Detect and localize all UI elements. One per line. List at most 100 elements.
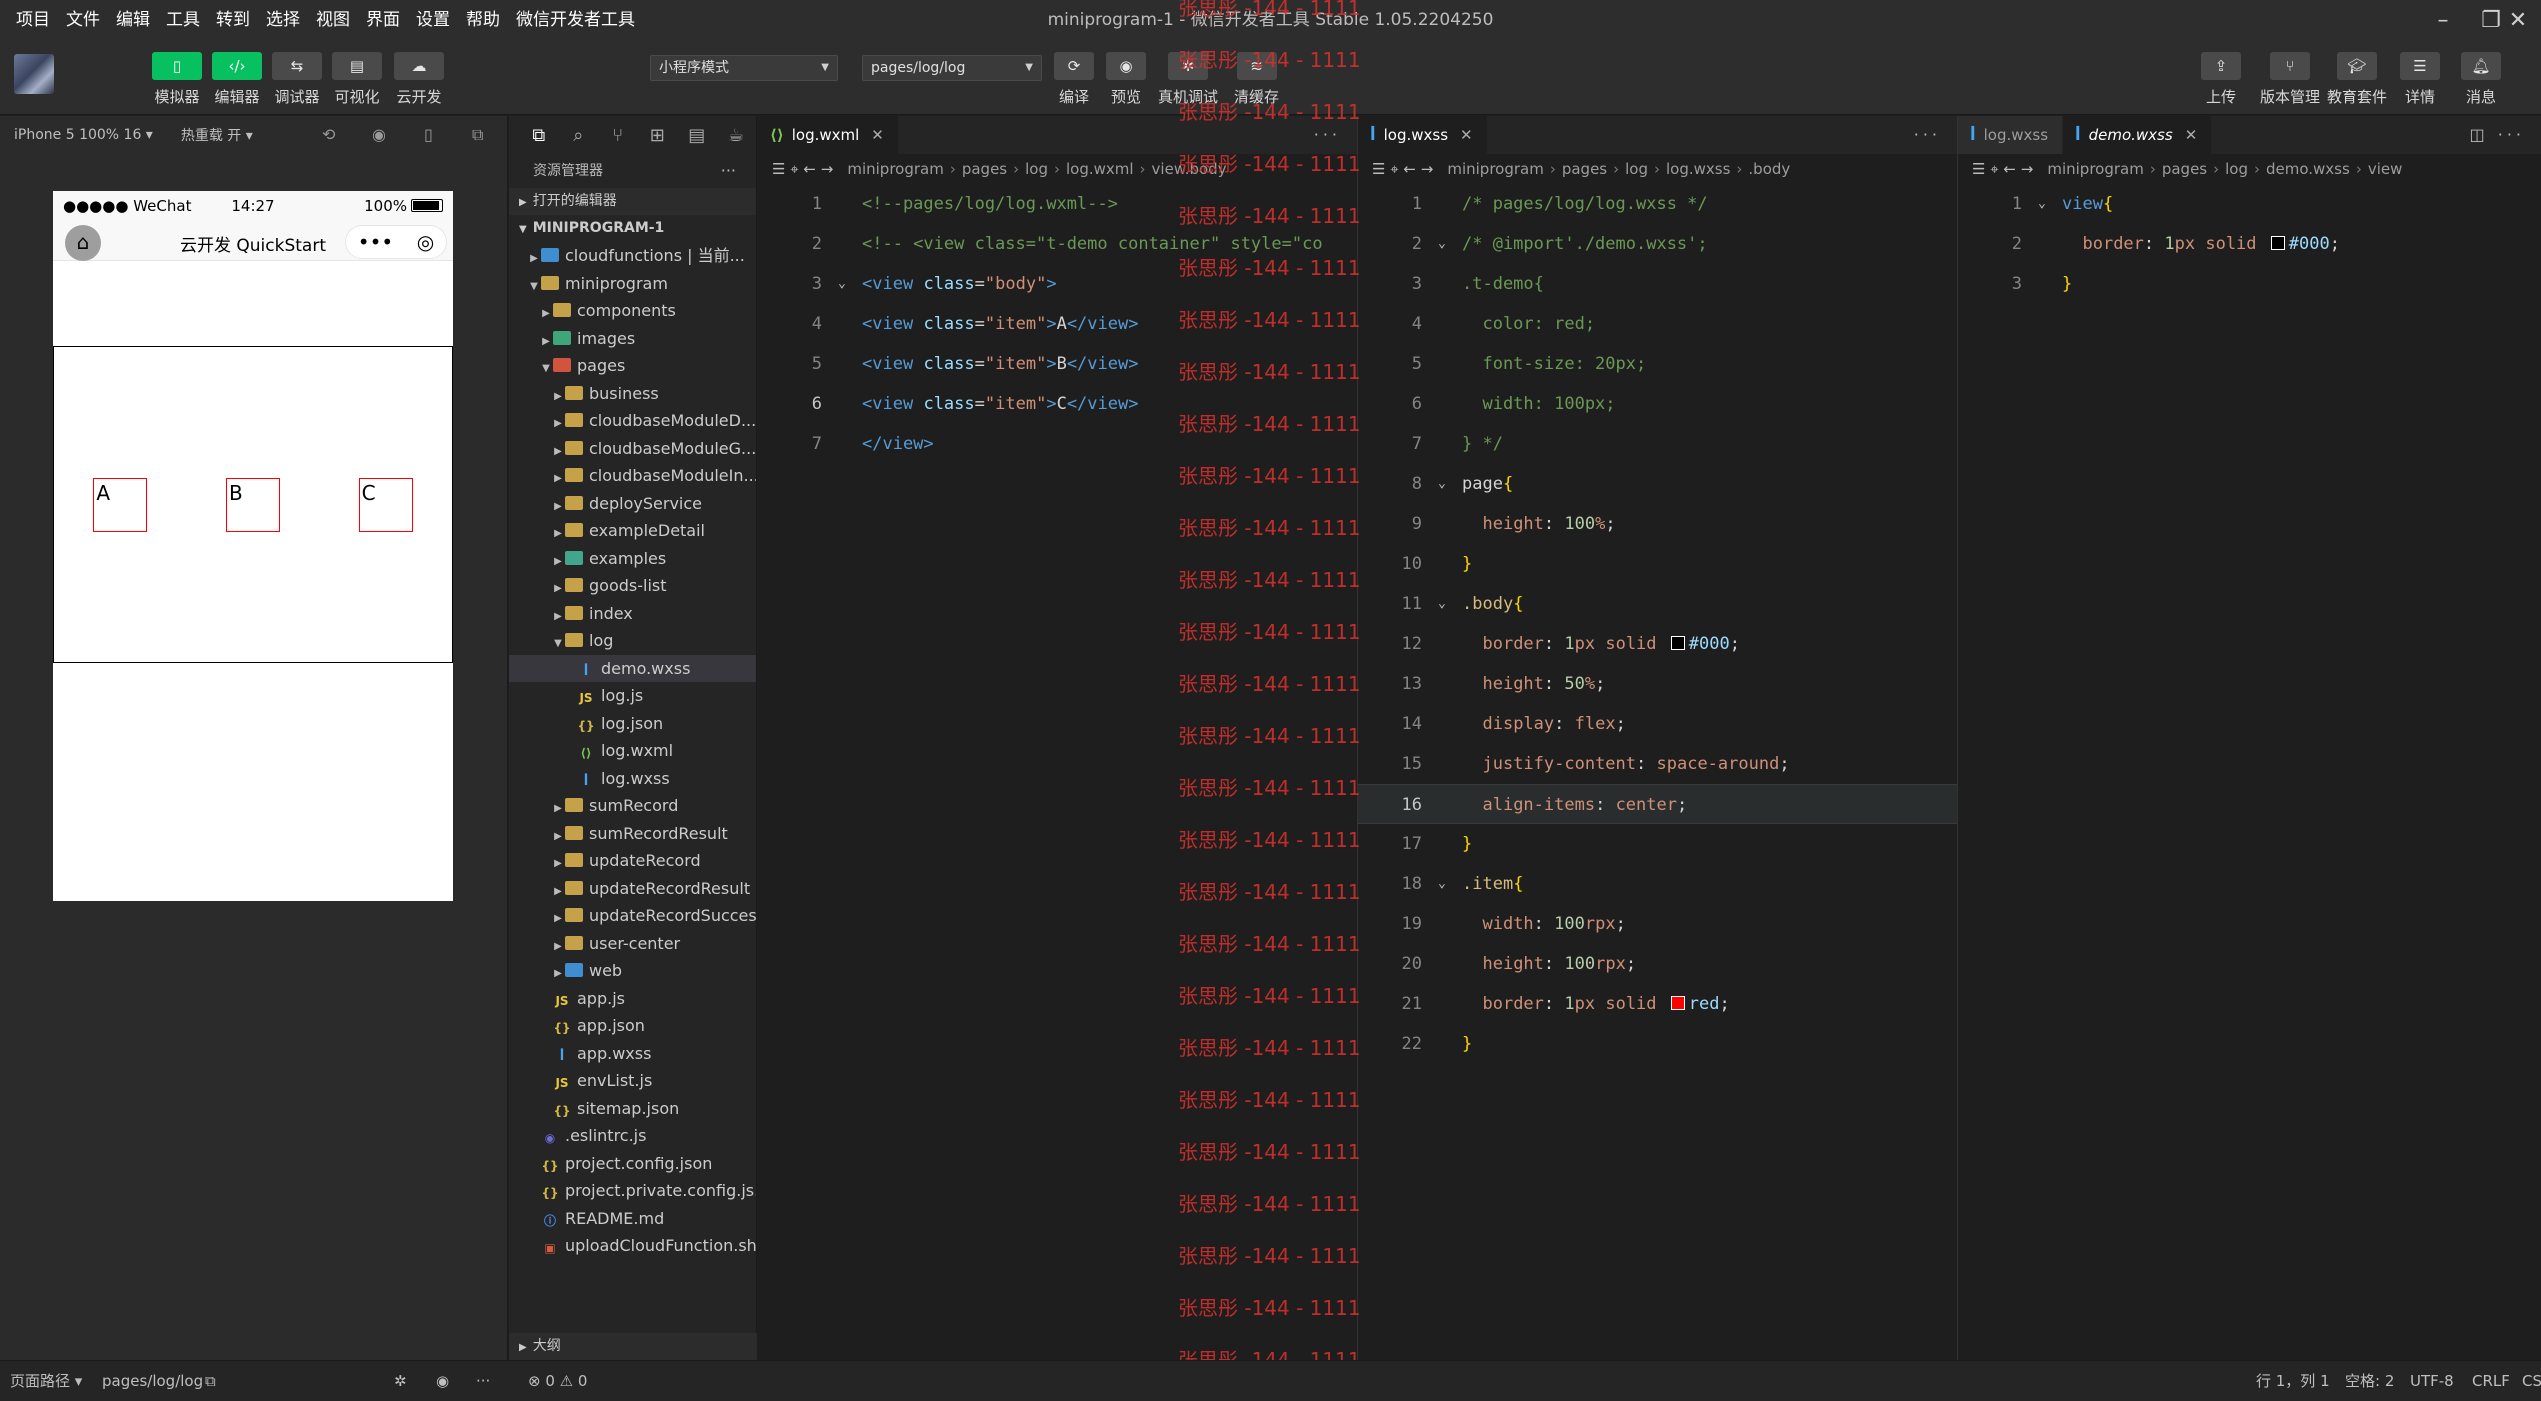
bug-icon[interactable]: ✲: [394, 1361, 407, 1401]
tab-demo-wxss[interactable]: ꟾ demo.wxss ✕: [2063, 116, 2213, 154]
close-icon[interactable]: ✕: [1460, 126, 1473, 144]
files-icon[interactable]: ⧉: [519, 125, 559, 146]
tree-item[interactable]: ▶ cloudbaseModuleIn...: [509, 462, 756, 490]
code-area[interactable]: 1 <!--pages/log/log.wxml--> 2 <!-- <view cl…: [758, 184, 1357, 464]
project-section[interactable]: ▼ MINIPROGRAM-1: [509, 215, 756, 242]
line-ending[interactable]: CRLF: [2472, 1361, 2510, 1401]
tree-item[interactable]: ▶ sumRecordResult: [509, 820, 756, 848]
breadcrumb-nav-icons[interactable]: ☰ ⌖ ← →: [1372, 160, 1433, 178]
tree-item[interactable]: ꟾ app.wxss: [509, 1040, 756, 1068]
more-icon[interactable]: ···: [476, 1361, 490, 1401]
tree-item[interactable]: {} project.private.config.js...: [509, 1177, 756, 1205]
tree-item[interactable]: ⟨⟩ log.wxml: [509, 737, 756, 765]
menu-item[interactable]: 设置: [408, 0, 458, 40]
more-icon[interactable]: ···: [1914, 116, 1941, 154]
color-swatch[interactable]: [1670, 996, 1685, 1010]
breadcrumb-item[interactable]: log.wxml: [1066, 160, 1134, 178]
tab-log-wxml[interactable]: ⟨⟩ log.wxml ✕: [758, 116, 899, 154]
record-icon[interactable]: ◉: [372, 125, 386, 144]
breadcrumb-item[interactable]: demo.wxss: [2266, 160, 2350, 178]
tree-item[interactable]: ▶ exampleDetail: [509, 517, 756, 545]
problems-indicator[interactable]: ⊗ 0 ⚠ 0: [528, 1361, 587, 1401]
tree-item[interactable]: ▶ cloudbaseModuleD...: [509, 407, 756, 435]
fold-chevron-icon[interactable]: ⌄: [1438, 224, 1446, 264]
code-area[interactable]: 1 /* pages/log/log.wxss */ 2 ⌄ /* @import'./…: [1358, 184, 1957, 1064]
source-control-icon[interactable]: ⑂: [598, 125, 638, 146]
cloud-button[interactable]: ☁ 云开发: [394, 52, 444, 107]
tree-item[interactable]: ▼ pages: [509, 352, 756, 380]
close-icon[interactable]: ✕: [871, 126, 884, 144]
breadcrumb-nav-icons[interactable]: ☰ ⌖ ← →: [1972, 160, 2033, 178]
indent-spaces[interactable]: 空格: 2: [2345, 1361, 2394, 1401]
tree-item[interactable]: ◉ .eslintrc.js: [509, 1122, 756, 1150]
upload-button[interactable]: ⇪ 上传: [2201, 52, 2241, 107]
page-select[interactable]: pages/log/log ▼: [862, 55, 1042, 81]
breadcrumb-item[interactable]: view: [2368, 160, 2403, 178]
minimize-icon[interactable]: –: [2420, 0, 2466, 40]
editor-button[interactable]: ‹/› 编辑器: [212, 52, 262, 107]
tree-item[interactable]: ▶ images: [509, 325, 756, 353]
more-icon[interactable]: ···: [1314, 116, 1341, 154]
more-icon[interactable]: ···: [721, 154, 736, 188]
menu-item[interactable]: 选择: [258, 0, 308, 40]
tree-item[interactable]: ▶ index: [509, 600, 756, 628]
tree-item[interactable]: ꟾ log.wxss: [509, 765, 756, 793]
breadcrumb-item[interactable]: miniprogram: [2047, 160, 2143, 178]
tree-item[interactable]: {} app.json: [509, 1012, 756, 1040]
menu-item[interactable]: 微信开发者工具: [508, 0, 643, 40]
messages-button[interactable]: 🔔︎ 消息: [2461, 52, 2501, 107]
tree-item[interactable]: ▼ miniprogram: [509, 270, 756, 298]
breadcrumb-item[interactable]: view.body: [1152, 160, 1227, 178]
tea-icon[interactable]: ☕︎: [717, 125, 757, 146]
avatar[interactable]: [14, 54, 54, 94]
fold-chevron-icon[interactable]: ⌄: [838, 264, 846, 304]
details-button[interactable]: ☰ 详情: [2400, 52, 2440, 107]
tree-item[interactable]: JS app.js: [509, 985, 756, 1013]
more-dots-icon[interactable]: •••: [358, 230, 393, 254]
compile-button[interactable]: ⟳ 编译: [1054, 52, 1094, 107]
tree-item[interactable]: ▶ updateRecordResult: [509, 875, 756, 903]
breadcrumb-item[interactable]: log: [1025, 160, 1048, 178]
tree-item[interactable]: ▶ user-center: [509, 930, 756, 958]
tree-item[interactable]: ▶ business: [509, 380, 756, 408]
tree-item[interactable]: JS log.js: [509, 682, 756, 710]
tree-item[interactable]: ▼ log: [509, 627, 756, 655]
breadcrumb-item[interactable]: pages: [1562, 160, 1607, 178]
language-mode[interactable]: CS: [2522, 1361, 2541, 1401]
breadcrumb-item[interactable]: pages: [2162, 160, 2207, 178]
tree-item[interactable]: {} project.config.json: [509, 1150, 756, 1178]
search-icon[interactable]: ⌕: [559, 125, 599, 146]
page-path-label[interactable]: 页面路径 ▾: [10, 1361, 82, 1401]
tree-item[interactable]: {} log.json: [509, 710, 756, 738]
tree-item[interactable]: ꟾ demo.wxss: [509, 654, 756, 682]
tree-item[interactable]: ▶ cloudfunctions | 当前...: [509, 242, 756, 270]
close-window-icon[interactable]: ✕: [2495, 0, 2541, 40]
tree-item[interactable]: ▶ cloudbaseModuleG...: [509, 435, 756, 463]
breadcrumb-item[interactable]: log: [2225, 160, 2248, 178]
phone-icon[interactable]: ▯: [424, 125, 433, 144]
storage-icon[interactable]: ▤: [677, 125, 717, 146]
outline-section[interactable]: ▶ 大纲: [509, 1333, 757, 1360]
tree-item[interactable]: ▶ goods-list: [509, 572, 756, 600]
education-button[interactable]: 🎓︎ 教育套件: [2327, 52, 2387, 107]
fold-chevron-icon[interactable]: ⌄: [2038, 184, 2046, 224]
menu-item[interactable]: 编辑: [108, 0, 158, 40]
menu-item[interactable]: 文件: [58, 0, 108, 40]
tree-item[interactable]: ▶ deployService: [509, 490, 756, 518]
breadcrumb-item[interactable]: log.wxss: [1666, 160, 1730, 178]
close-target-icon[interactable]: ◎: [417, 230, 434, 254]
simulator-button[interactable]: ▯ 模拟器: [152, 52, 202, 107]
open-editors-section[interactable]: ▶ 打开的编辑器: [509, 188, 756, 215]
menu-item[interactable]: 视图: [308, 0, 358, 40]
tree-item[interactable]: ▶ components: [509, 297, 756, 325]
tree-item[interactable]: ▶ examples: [509, 545, 756, 573]
split-more-icon[interactable]: ◫ ···: [2470, 116, 2525, 154]
remote-debug-button[interactable]: ✲ 真机调试: [1158, 52, 1218, 107]
breadcrumb-item[interactable]: .body: [1748, 160, 1790, 178]
close-icon[interactable]: ✕: [2185, 126, 2198, 144]
tree-item[interactable]: ▶ updateRecordSuccess: [509, 902, 756, 930]
tree-item[interactable]: JS envList.js: [509, 1067, 756, 1095]
tab-log-wxss[interactable]: ꟾ log.wxss ✕: [1358, 116, 1488, 154]
extensions-icon[interactable]: ⊞: [638, 125, 678, 146]
breadcrumb-item[interactable]: miniprogram: [847, 160, 943, 178]
